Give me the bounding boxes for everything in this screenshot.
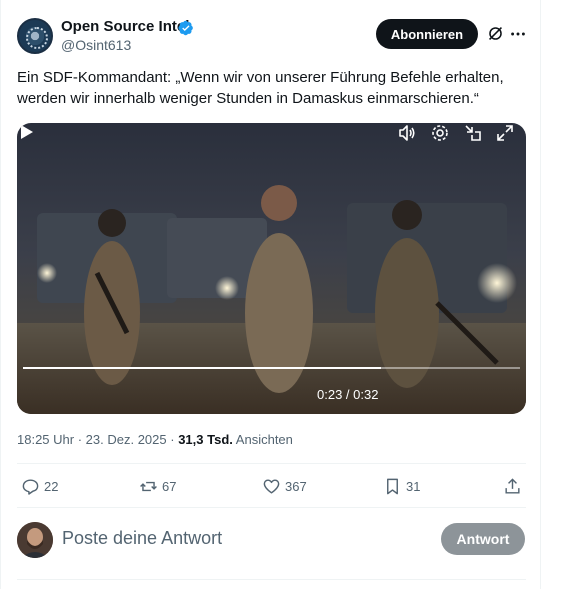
fullscreen-icon[interactable] — [495, 123, 515, 143]
repost-icon — [140, 481, 157, 491]
bookmark-icon — [387, 478, 398, 494]
repost-action[interactable]: 67 — [139, 474, 176, 498]
meta-separator: · — [170, 432, 179, 447]
tweet-text: Ein SDF-Kommandant: „Wenn wir von unsere… — [17, 67, 529, 109]
settings-icon[interactable] — [430, 123, 450, 143]
tweet-date[interactable]: 23. Dez. 2025 — [86, 432, 167, 447]
divider — [17, 507, 526, 508]
more-icon[interactable] — [509, 25, 527, 43]
tweet-meta: 18:25 Uhr · 23. Dez. 2025 · 31,3 Tsd. An… — [17, 432, 293, 447]
share-action[interactable] — [503, 474, 526, 498]
reply-button[interactable]: Antwort — [441, 523, 525, 555]
share-icon — [505, 477, 520, 494]
divider — [17, 579, 526, 580]
author-avatar[interactable] — [17, 18, 53, 54]
video-frame — [17, 185, 526, 414]
like-count: 367 — [285, 478, 307, 494]
heart-icon — [263, 478, 280, 494]
tweet-text-line: werden wir innerhalb weniger Stunden in … — [17, 90, 479, 107]
views-count: 31,3 Tsd. — [178, 432, 233, 447]
repost-count: 67 — [162, 478, 177, 494]
action-bar: 22 67 367 31 — [17, 474, 526, 498]
volume-icon[interactable] — [397, 123, 417, 143]
user-avatar[interactable] — [17, 522, 53, 558]
minimize-icon[interactable] — [463, 123, 483, 143]
reply-icon — [22, 478, 39, 495]
bookmark-count: 31 — [406, 478, 421, 494]
tweet-header: Open Source Intel @Osint613 Abonnieren — [17, 16, 527, 56]
reply-count: 22 — [44, 478, 59, 494]
author-handle[interactable]: @Osint613 — [61, 37, 131, 53]
reply-action[interactable]: 22 — [21, 474, 58, 498]
bookmark-action[interactable]: 31 — [383, 474, 420, 498]
reply-input[interactable]: Poste deine Antwort — [62, 528, 222, 549]
video-progress-fill — [23, 367, 381, 369]
author-name[interactable]: Open Source Intel — [61, 18, 189, 35]
tweet-text-line: Ein SDF-Kommandant: „Wenn wir von unsere… — [17, 69, 504, 86]
like-action[interactable]: 367 — [262, 474, 307, 498]
verified-badge-icon — [178, 20, 193, 36]
video-time: 0:23 / 0:32 — [317, 387, 379, 402]
tweet-time[interactable]: 18:25 Uhr — [17, 432, 74, 447]
video-progress-bar[interactable] — [23, 367, 520, 369]
meta-separator: · — [77, 432, 86, 447]
video-player[interactable]: 0:23 / 0:32 — [17, 123, 526, 414]
divider — [17, 463, 526, 464]
tweet-container: Open Source Intel @Osint613 Abonnieren E… — [0, 0, 541, 589]
views-label: Ansichten — [235, 432, 293, 447]
play-icon[interactable] — [17, 123, 35, 141]
user-avatar-image — [17, 522, 53, 558]
subscribe-button[interactable]: Abonnieren — [376, 19, 478, 49]
grok-icon[interactable] — [487, 25, 504, 42]
